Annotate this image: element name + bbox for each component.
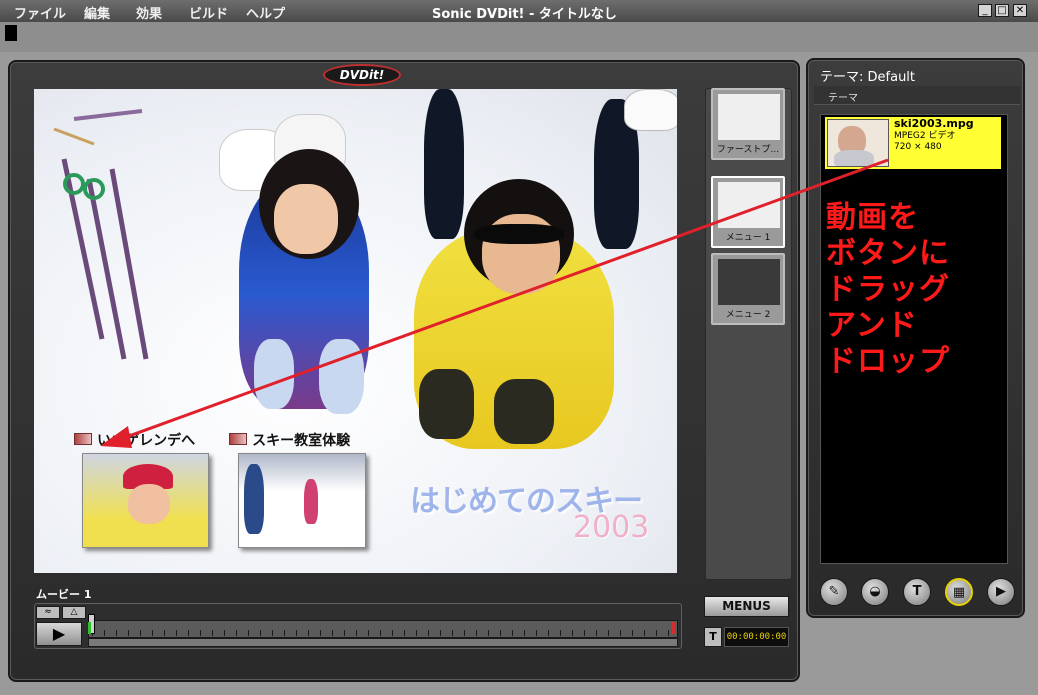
menu-button-thumbnail[interactable] [238, 453, 366, 548]
maximize-button[interactable]: □ [995, 4, 1009, 17]
face-image [128, 484, 170, 524]
glove-image [254, 339, 294, 409]
glove-image [494, 379, 554, 444]
button-arrow-icon [74, 433, 92, 445]
boy-legs-image [424, 89, 464, 239]
menu-build[interactable]: ビルド [189, 3, 228, 22]
menu-effects[interactable]: 効果 [136, 3, 162, 22]
menu-2-thumbnail[interactable]: メニュー 2 [711, 253, 785, 325]
media-icon[interactable]: ▦ [945, 578, 973, 606]
timecode-display: 00:00:00:00 [724, 627, 789, 647]
media-resolution: 720 × 480 [894, 142, 942, 152]
menu-button-2[interactable]: スキー教室体験 [229, 430, 350, 450]
app-title: Sonic DVDit! - タイトルなし [432, 7, 617, 22]
timeline-ticks [92, 630, 672, 636]
instruction-line: アンド [826, 308, 918, 343]
button-arrow-icon [229, 433, 247, 445]
timeline-scrollbar[interactable] [88, 638, 678, 647]
menu-file[interactable]: ファイル [14, 3, 66, 22]
instruction-line: ドロップ [826, 344, 950, 379]
play-button[interactable]: ▶ [36, 622, 82, 646]
menu-help[interactable]: ヘルプ [246, 3, 285, 22]
close-button[interactable]: ✕ [1013, 4, 1027, 17]
glove-image [319, 339, 364, 414]
toolbar-strip [0, 22, 1038, 52]
skier-image [304, 479, 318, 524]
menu-button-thumbnail[interactable] [82, 453, 209, 548]
thumbnail-label: メニュー 2 [725, 310, 771, 320]
audio-view-button[interactable]: ≈ [36, 606, 60, 619]
instruction-line: 動画を [826, 200, 919, 235]
theme-tab-label: テーマ [828, 93, 858, 104]
menu-canvas[interactable]: いざゲレンデへ スキー教室体験 はじめてのスキー 2003 [34, 89, 677, 573]
next-icon[interactable]: ▶ [987, 578, 1015, 606]
sunglasses-image [474, 224, 564, 244]
minimize-button[interactable]: _ [978, 4, 992, 17]
thumbnail-image [718, 182, 780, 228]
movie-label: ムービー 1 [36, 588, 92, 601]
menu-list-column [705, 88, 792, 580]
skier-image [244, 464, 264, 534]
menu-button-label: スキー教室体験 [252, 433, 351, 449]
brush-icon[interactable]: ✎ [820, 578, 848, 606]
waveform-view-button[interactable]: △ [62, 606, 86, 619]
timeline-end-marker [672, 622, 675, 634]
drag-drop-instruction: 動画を ボタンに ドラッグ アンド ドロップ [826, 200, 950, 380]
boot-image [624, 89, 677, 131]
dvdit-logo: DVDit! [323, 64, 401, 86]
thumbnail-image [718, 94, 780, 140]
media-type: MPEG2 ビデオ [894, 131, 956, 141]
media-thumbnail[interactable] [827, 119, 889, 167]
menu-1-thumbnail[interactable]: メニュー 1 [711, 176, 785, 248]
thumbnail-label: メニュー 1 [725, 233, 771, 243]
text-icon[interactable]: T [903, 578, 931, 606]
menu-button-1[interactable]: いざゲレンデへ [74, 430, 195, 450]
thumbnail-label: ファーストプ... [716, 145, 780, 155]
jacket-image [834, 150, 874, 166]
thumbnail-image [718, 259, 780, 305]
first-play-thumbnail[interactable]: ファーストプ... [711, 88, 785, 160]
menu-button-label: いざゲレンデへ [97, 433, 196, 449]
text-cursor [5, 25, 17, 41]
instruction-line: ドラッグ [826, 272, 950, 307]
button-style-icon[interactable]: ◒ [861, 578, 889, 606]
media-filename: ski2003.mpg [894, 117, 974, 130]
glove-image [419, 369, 474, 439]
timeline-start-marker [88, 622, 91, 634]
timecode-toggle-button[interactable]: T [704, 627, 722, 647]
menu-year-text[interactable]: 2003 [573, 510, 649, 545]
girl-face-image [274, 184, 338, 254]
theme-panel-title: テーマ: Default [820, 70, 916, 85]
menu-edit[interactable]: 編集 [84, 3, 110, 22]
instruction-line: ボタンに [826, 236, 950, 271]
menus-button[interactable]: MENUS [704, 596, 789, 617]
